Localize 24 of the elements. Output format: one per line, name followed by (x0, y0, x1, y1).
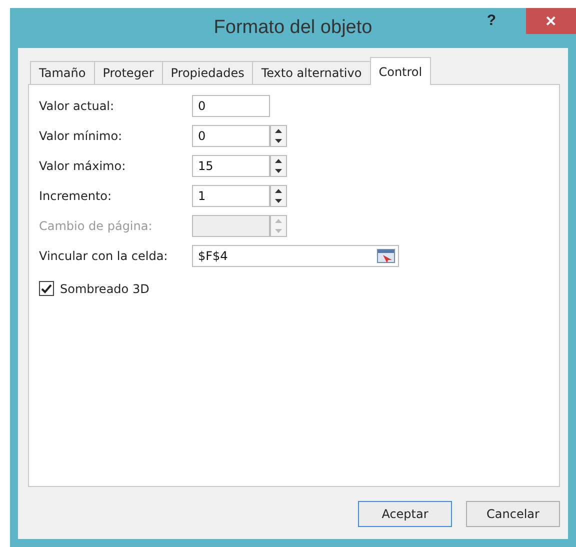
window-title: Formato del objeto (214, 17, 372, 39)
field-label: Incremento: (39, 189, 113, 203)
field-label: Valor máximo: (39, 159, 127, 173)
spinner-icon[interactable] (270, 125, 287, 147)
field-label: Valor mínimo: (39, 129, 124, 143)
help-button[interactable]: ? (480, 12, 502, 29)
input-field[interactable]: 15 (192, 155, 270, 177)
spinner-icon[interactable] (270, 155, 287, 177)
spinner-icon[interactable] (270, 185, 287, 207)
input-field[interactable]: $F$4 (192, 245, 399, 267)
field-label: Vincular con la celda: (39, 249, 169, 263)
dialog-button[interactable]: Aceptar (358, 501, 452, 527)
field-label: Valor actual: (39, 99, 116, 113)
input-field[interactable]: 0 (192, 125, 270, 147)
tab[interactable]: Control (370, 57, 432, 85)
checkbox-label: Sombreado 3D (60, 282, 150, 296)
tab[interactable]: Tamaño (30, 61, 95, 85)
input-field[interactable]: 1 (192, 185, 270, 207)
field-label: Cambio de página: (39, 219, 154, 233)
checkbox[interactable] (39, 281, 54, 296)
close-button[interactable]: ✕ (526, 8, 576, 34)
dialog-button[interactable]: Cancelar (466, 501, 560, 527)
range-select-icon[interactable] (374, 246, 398, 266)
input-field[interactable]: 0 (192, 95, 270, 117)
